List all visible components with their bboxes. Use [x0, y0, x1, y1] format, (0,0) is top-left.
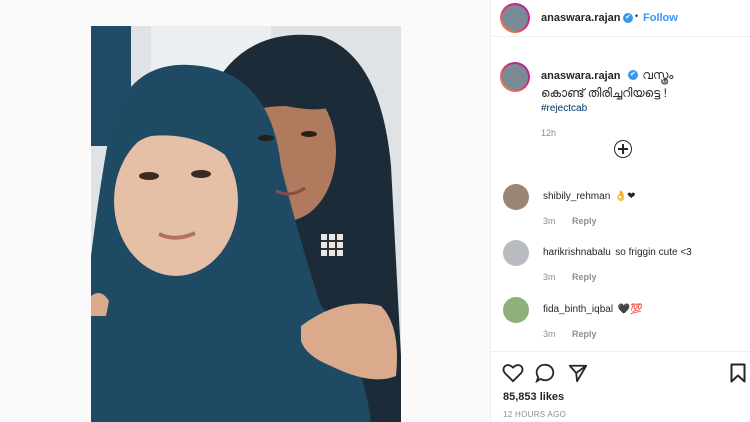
caption-hashtag[interactable]: #rejectcab	[541, 103, 741, 114]
comment-icon[interactable]	[535, 363, 557, 383]
load-more-icon[interactable]	[614, 140, 632, 158]
verified-icon: ✔	[623, 13, 633, 23]
avatar[interactable]	[502, 5, 528, 31]
commenter-avatar[interactable]	[503, 240, 529, 266]
commenter-avatar[interactable]	[503, 184, 529, 210]
post-media-area	[0, 0, 488, 422]
caption-avatar[interactable]	[502, 64, 528, 90]
header-separator: •	[635, 11, 639, 21]
caption-time[interactable]: 12h	[541, 128, 741, 138]
caption-story-ring[interactable]	[500, 62, 530, 92]
follow-button[interactable]: Follow	[643, 12, 678, 24]
post-photo[interactable]	[91, 26, 401, 422]
caption-text-line1: വസ്ത്രം	[642, 68, 674, 82]
commenter-username[interactable]: harikrishnabalu	[543, 247, 611, 258]
comment-text: so friggin cute <3	[615, 247, 692, 258]
commenter-avatar[interactable]	[503, 297, 529, 323]
post-details-panel: anaswara.rajan ✔ • Follow anaswara.rajan…	[490, 0, 750, 422]
bookmark-icon[interactable]	[730, 363, 746, 383]
header-username[interactable]: anaswara.rajan	[541, 12, 621, 24]
caption: anaswara.rajan ✔ വസ്ത്രം കൊണ്ട് തിരിച്ചറ…	[541, 66, 741, 138]
heart-icon[interactable]	[502, 363, 524, 383]
comment-time[interactable]: 3m	[543, 216, 556, 226]
comment-time[interactable]: 3m	[543, 329, 556, 339]
caption-text-line2: കൊണ്ട് തിരിച്ചറിയട്ടെ !	[541, 86, 667, 100]
reply-button[interactable]: Reply	[572, 216, 597, 226]
post-header: anaswara.rajan ✔ • Follow	[491, 0, 750, 37]
reply-button[interactable]: Reply	[572, 329, 597, 339]
caption-verified-icon: ✔	[627, 69, 638, 80]
commenter-username[interactable]: shibily_rehman	[543, 191, 610, 202]
comment-text: 🖤💯	[617, 304, 643, 315]
post-timestamp[interactable]: 12 HOURS AGO	[503, 410, 566, 419]
reply-button[interactable]: Reply	[572, 272, 597, 282]
commenter-username[interactable]: fida_binth_iqbal	[543, 304, 613, 315]
actions-divider	[491, 351, 750, 352]
story-ring[interactable]	[500, 3, 530, 33]
comment-time[interactable]: 3m	[543, 272, 556, 282]
caption-username[interactable]: anaswara.rajan	[541, 70, 621, 82]
likes-count[interactable]: 85,853 likes	[503, 391, 564, 403]
comment-text: 👌❤	[614, 191, 636, 202]
share-icon[interactable]	[568, 363, 588, 383]
